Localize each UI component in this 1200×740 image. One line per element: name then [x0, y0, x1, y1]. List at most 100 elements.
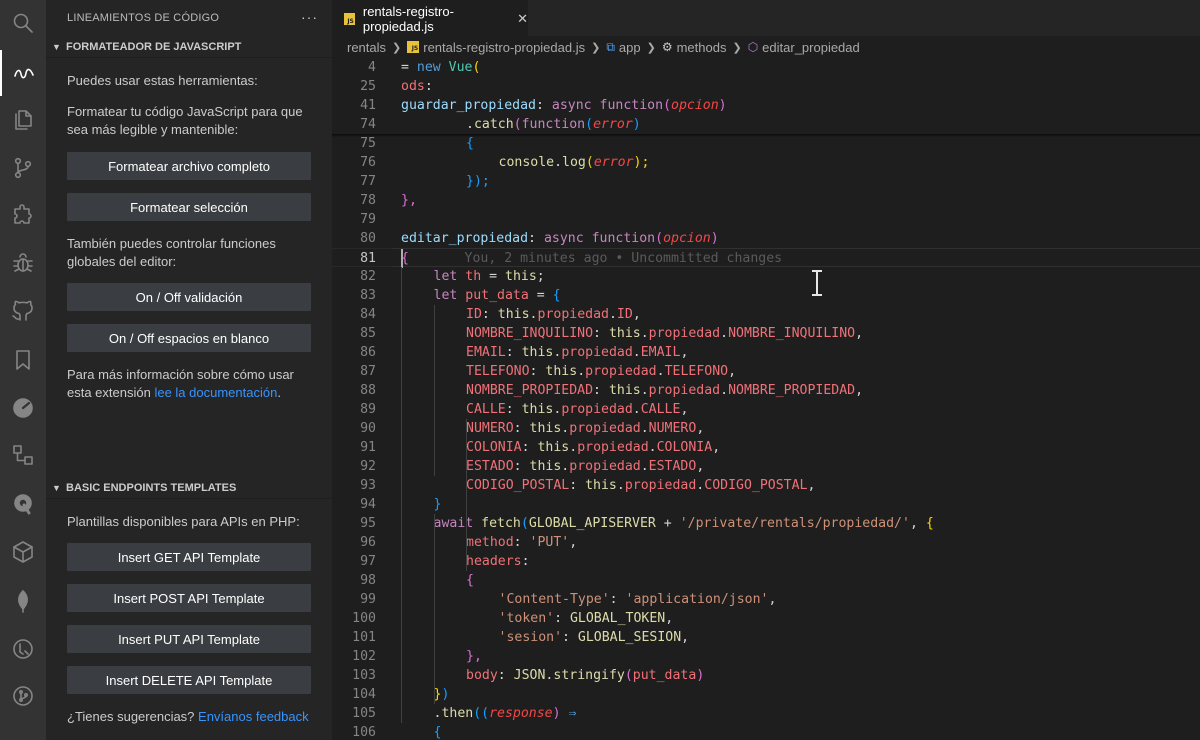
source-icon[interactable] [0, 50, 46, 96]
code-line[interactable]: 89 CALLE: this.propiedad.CALLE, [332, 400, 1200, 419]
format-file-button[interactable]: Formatear archivo completo [67, 152, 311, 180]
code-line[interactable]: 97 headers: [332, 552, 1200, 571]
code-line[interactable]: 95 await fetch(GLOBAL_APISERVER + '/priva… [332, 514, 1200, 533]
documentation-link[interactable]: lee la documentación [154, 385, 277, 400]
code-line[interactable]: 86 EMAIL: this.propiedad.EMAIL, [332, 343, 1200, 362]
code-line[interactable]: 87 TELEFONO: this.propiedad.TELEFONO, [332, 362, 1200, 381]
more-actions-icon[interactable]: ··· [301, 9, 318, 25]
code-line[interactable]: 80 editar_propiedad: async function(opcio… [332, 229, 1200, 248]
rocket-icon[interactable] [0, 481, 46, 527]
code-line[interactable]: 96 method: 'PUT', [332, 533, 1200, 552]
code-text: .catch(function(error) [466, 117, 641, 132]
line-number: 91 [360, 440, 376, 455]
code-line[interactable]: 94} [332, 495, 1200, 514]
close-icon[interactable]: ✕ [517, 11, 528, 27]
breadcrumb-method[interactable]: editar_propiedad [762, 40, 860, 55]
section-header-endpoints[interactable]: ▼ BASIC ENDPOINTS TEMPLATES [46, 477, 332, 499]
search-icon[interactable] [0, 0, 46, 46]
tab-label: rentals-registro-propiedad.js [362, 3, 454, 34]
line-number: 41 [360, 98, 376, 113]
code-text: .then((response) ⇒ [433, 706, 577, 721]
insert-delete-template-button[interactable]: Insert DELETE API Template [67, 666, 311, 694]
code-line[interactable]: 102}, [332, 647, 1200, 666]
breadcrumb-app[interactable]: app [619, 40, 641, 55]
code-line[interactable]: 105 .then((response) ⇒ [332, 704, 1200, 723]
code-line[interactable]: 91 COLONIA: this.propiedad.COLONIA, [332, 438, 1200, 457]
code-text: console.log(error); [498, 155, 650, 170]
code-line[interactable]: 92 ESTADO: this.propiedad.ESTADO, [332, 457, 1200, 476]
line-number: 88 [360, 383, 376, 398]
code-line[interactable]: 83 let put_data = { [332, 286, 1200, 305]
chevron-down-icon: ▼ [52, 41, 61, 52]
formatter-desc: Formatear tu código JavaScript para que … [67, 104, 303, 137]
code-line[interactable]: 74 .catch(function(error) [332, 115, 1200, 134]
code-text: CODIGO_POSTAL: this.propiedad.CODIGO_POS… [466, 478, 816, 493]
code-line[interactable]: 25 ods: [332, 77, 1200, 96]
code-line[interactable]: 78}, [332, 191, 1200, 210]
code-line[interactable]: 106 { [332, 723, 1200, 740]
code-line[interactable]: 101 'sesion': GLOBAL_SESION, [332, 628, 1200, 647]
code-line[interactable]: 103 body: JSON.stringify(put_data) [332, 666, 1200, 685]
debug-icon[interactable] [0, 240, 46, 286]
section-title-formatter: FORMATEADOR DE JAVASCRIPT [66, 40, 242, 53]
toggle-validation-button[interactable]: On / Off validación [67, 283, 311, 311]
method-icon: ⬡ [747, 40, 759, 54]
chevron-right-icon: ❯ [591, 41, 601, 54]
tools-icon[interactable] [0, 626, 46, 672]
insert-get-template-button[interactable]: Insert GET API Template [67, 543, 311, 571]
code-line[interactable]: 99 'Content-Type': 'application/json', [332, 590, 1200, 609]
remote-icon[interactable] [0, 432, 46, 478]
breadcrumb-folder[interactable]: rentals [347, 40, 386, 55]
line-number: 99 [360, 592, 376, 607]
code-line[interactable]: 79 [332, 210, 1200, 229]
package-icon[interactable] [0, 529, 46, 575]
format-selection-button[interactable]: Formatear selección [67, 193, 311, 221]
code-line[interactable]: 93 CODIGO_POSTAL: this.propiedad.CODIGO_P… [332, 476, 1200, 495]
code-text: } [433, 497, 442, 512]
leaf-icon[interactable] [0, 578, 46, 624]
code-text: let put_data = { [433, 288, 561, 303]
git-icon[interactable] [0, 145, 46, 191]
toggle-whitespace-button[interactable]: On / Off espacios en blanco [67, 324, 311, 352]
chevron-right-icon: ❯ [392, 41, 402, 54]
breadcrumb-methods[interactable]: methods [677, 40, 727, 55]
code-line[interactable]: 41 guardar_propiedad: async function(opci… [332, 96, 1200, 115]
code-text: EMAIL: this.propiedad.EMAIL, [466, 345, 689, 360]
github-icon[interactable] [0, 288, 46, 334]
line-number: 89 [360, 402, 376, 417]
breadcrumb-file[interactable]: rentals-registro-propiedad.js [423, 40, 585, 55]
section-header-formatter[interactable]: ▼ FORMATEADOR DE JAVASCRIPT [46, 36, 332, 58]
line-number: 81 [360, 251, 376, 266]
code-text: CALLE: this.propiedad.CALLE, [466, 402, 689, 417]
code-line[interactable]: 104}) [332, 685, 1200, 704]
code-line[interactable]: 77}); [332, 172, 1200, 191]
code-line[interactable]: 82 let th = this; [332, 267, 1200, 286]
bookmark-icon[interactable] [0, 337, 46, 383]
text-cursor-icon [812, 270, 822, 296]
code-line[interactable]: 90 NUMERO: this.propiedad.NUMERO, [332, 419, 1200, 438]
code-line[interactable]: 81 { You, 2 minutes ago • Uncommitted cha… [332, 248, 1200, 268]
git-graph-icon[interactable] [0, 673, 46, 719]
global-functions-desc: También puedes controlar funciones globa… [67, 236, 276, 269]
line-number: 90 [360, 421, 376, 436]
code-line[interactable]: 100 'token': GLOBAL_TOKEN, [332, 609, 1200, 628]
code-line[interactable]: 85 NOMBRE_INQUILINO: this.propiedad.NOMBR… [332, 324, 1200, 343]
code-line[interactable]: 4 = new Vue( [332, 58, 1200, 77]
insert-put-template-button[interactable]: Insert PUT API Template [67, 625, 311, 653]
code-area[interactable]: 4 = new Vue(25 ods: 41 guardar_propiedad: as… [332, 58, 1200, 740]
files-icon[interactable] [0, 97, 46, 143]
gauge-icon[interactable] [0, 385, 46, 431]
code-line[interactable]: 76 console.log(error); [332, 153, 1200, 172]
tab-rentals-registro-propiedad[interactable]: JS rentals-registro-propiedad.js ✕ [332, 0, 528, 36]
sidebar: LINEAMIENTOS DE CÓDIGO ··· ▼ FORMATEADOR… [46, 0, 332, 740]
extensions-icon[interactable] [0, 192, 46, 238]
feedback-link[interactable]: Envíanos feedback [198, 709, 309, 724]
line-number: 4 [368, 60, 376, 75]
code-text: }) [433, 687, 450, 702]
code-line[interactable]: 84 ID: this.propiedad.ID, [332, 305, 1200, 324]
insert-post-template-button[interactable]: Insert POST API Template [67, 584, 311, 612]
code-line[interactable]: 88 NOMBRE_PROPIEDAD: this.propiedad.NOMBR… [332, 381, 1200, 400]
line-number: 80 [360, 231, 376, 246]
code-text: NOMBRE_INQUILINO: this.propiedad.NOMBRE_… [466, 326, 864, 341]
code-line[interactable]: 98 { [332, 571, 1200, 590]
